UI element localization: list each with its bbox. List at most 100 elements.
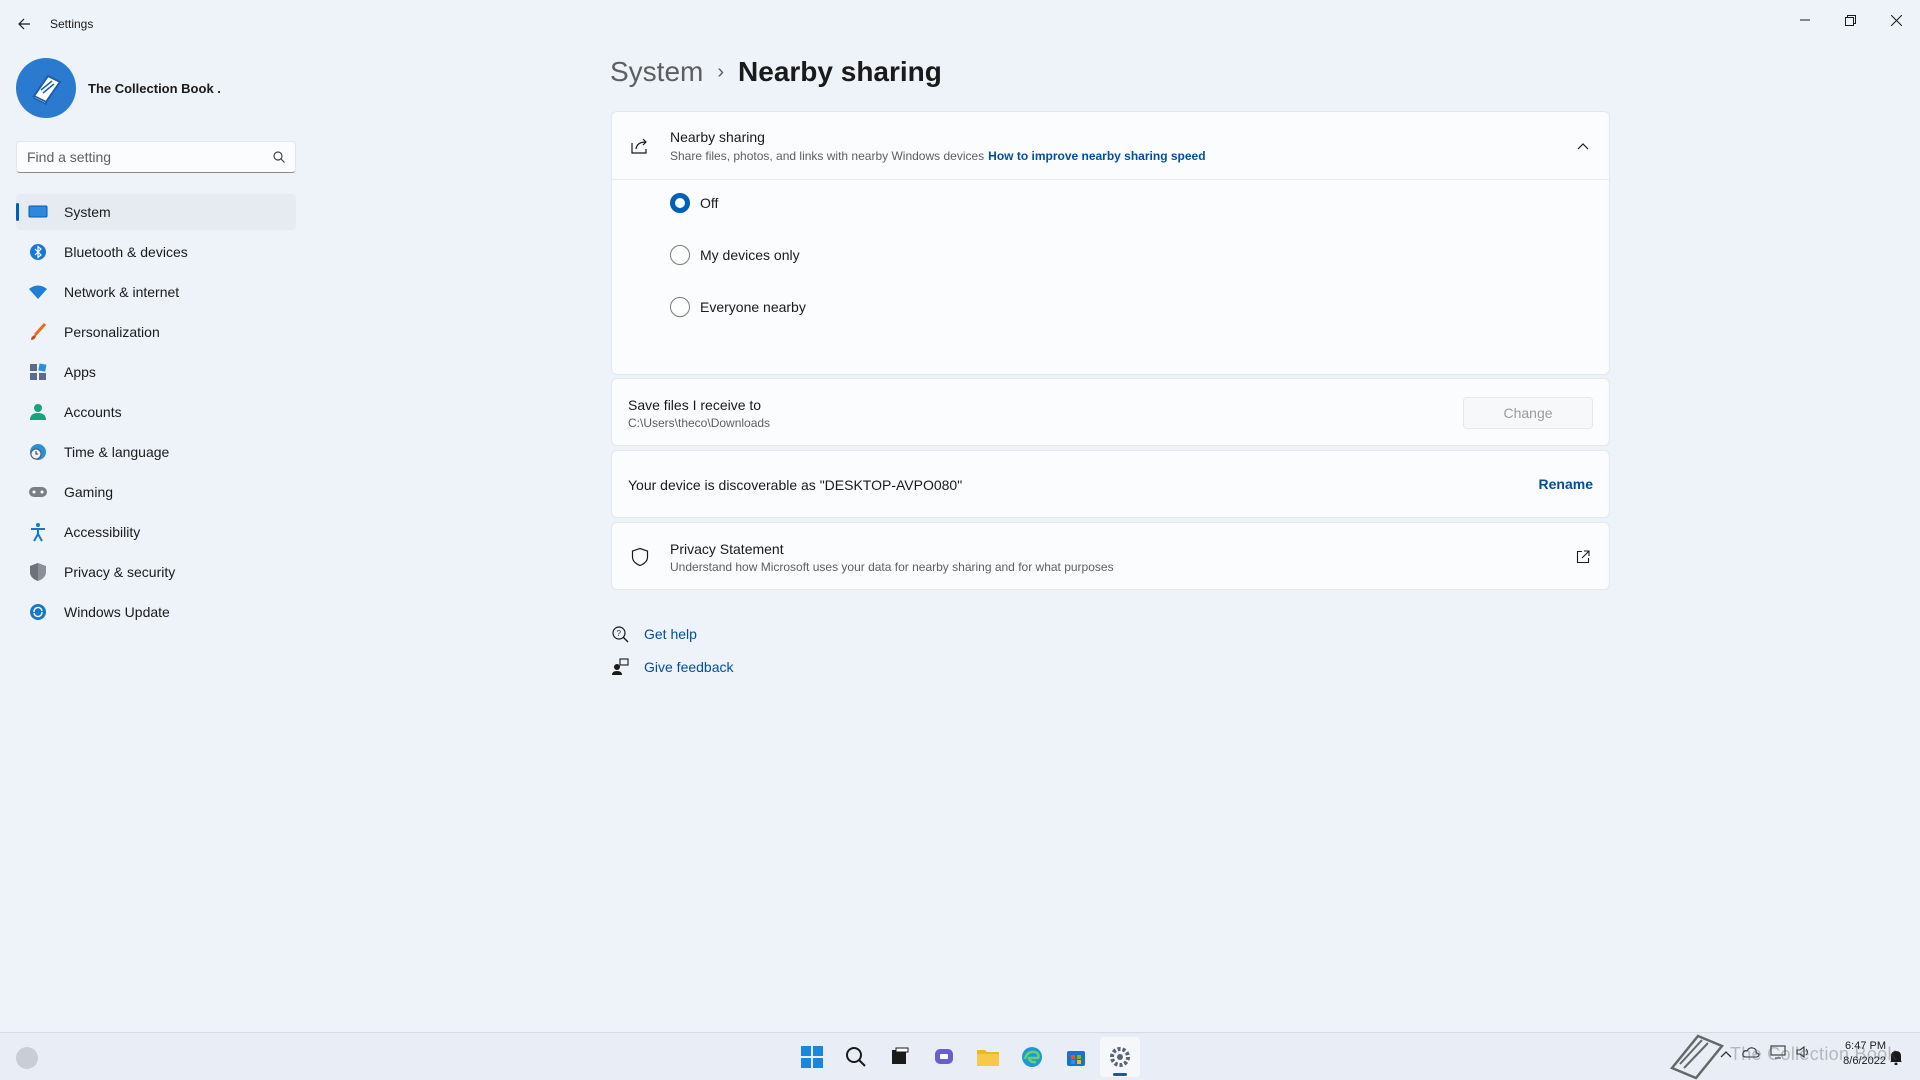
wifi-icon (28, 282, 48, 302)
external-link-icon[interactable] (1573, 547, 1593, 567)
give-feedback-label: Give feedback (644, 659, 734, 675)
help-links: ? Get help Give feedback (610, 624, 734, 690)
privacy-statement-card[interactable]: Privacy Statement Understand how Microso… (611, 522, 1610, 590)
globe-clock-icon (28, 442, 48, 462)
give-feedback-link[interactable]: Give feedback (610, 657, 734, 677)
sidebar-item-time-language[interactable]: Time & language (16, 434, 296, 470)
search-box[interactable] (16, 141, 296, 173)
minimize-icon (1800, 19, 1810, 21)
sidebar-item-label: Windows Update (64, 604, 170, 620)
rename-link[interactable]: Rename (1539, 476, 1593, 492)
apps-icon (28, 362, 48, 382)
sidebar-item-apps[interactable]: Apps (16, 354, 296, 390)
sidebar-item-label: Accounts (64, 404, 122, 420)
shield-outline-icon (628, 545, 652, 569)
sidebar-item-accounts[interactable]: Accounts (16, 394, 296, 430)
watermark-text: The Collection Book (1730, 1044, 1897, 1064)
radio-label: Everyone nearby (700, 299, 806, 315)
weather-widget-icon[interactable] (16, 1047, 38, 1069)
sidebar-item-windows-update[interactable]: Windows Update (16, 594, 296, 630)
person-icon (28, 402, 48, 422)
discoverable-text: Your device is discoverable as "DESKTOP-… (628, 477, 963, 493)
change-button[interactable]: Change (1463, 397, 1593, 429)
task-view-icon[interactable] (880, 1037, 920, 1077)
settings-icon[interactable] (1100, 1037, 1140, 1077)
restore-button[interactable] (1827, 4, 1873, 36)
search-icon[interactable] (273, 151, 285, 163)
sidebar-item-label: Gaming (64, 484, 114, 500)
accessibility-icon (28, 522, 48, 542)
sidebar-item-gaming[interactable]: Gaming (16, 474, 296, 510)
sidebar-item-personalization[interactable]: Personalization (16, 314, 296, 350)
share-icon (628, 134, 652, 158)
sidebar-item-network[interactable]: Network & internet (16, 274, 296, 310)
close-button[interactable] (1873, 4, 1919, 36)
nearby-sharing-header[interactable]: Nearby sharing Share files, photos, and … (612, 112, 1609, 180)
title-bar: Settings (0, 0, 1920, 48)
page-title: Nearby sharing (738, 56, 942, 87)
back-arrow-icon (18, 18, 30, 30)
nearby-sharing-title: Nearby sharing (670, 128, 765, 145)
chat-icon[interactable] (924, 1037, 964, 1077)
sidebar-item-label: Privacy & security (64, 564, 176, 580)
profile-name: The Collection Book . (88, 80, 221, 96)
get-help-label: Get help (644, 626, 697, 642)
bluetooth-icon (28, 242, 48, 262)
gamepad-icon (28, 482, 48, 502)
svg-text:?: ? (617, 629, 622, 638)
file-explorer-icon[interactable] (968, 1037, 1008, 1077)
sidebar-item-label: Time & language (64, 444, 170, 460)
sidebar-item-label: Bluetooth & devices (64, 244, 188, 260)
sidebar-item-accessibility[interactable]: Accessibility (16, 514, 296, 550)
sidebar-item-label: System (64, 204, 111, 220)
brush-icon (28, 322, 48, 342)
search-input[interactable] (27, 149, 273, 165)
sidebar-item-label: Network & internet (64, 284, 180, 300)
search-icon[interactable] (836, 1037, 876, 1077)
taskbar-apps (790, 1033, 1142, 1080)
privacy-description: Understand how Microsoft uses your data … (670, 559, 1114, 574)
radio-everyone-nearby[interactable]: Everyone nearby (670, 297, 806, 317)
monitor-icon (28, 202, 48, 222)
sidebar-item-label: Accessibility (64, 524, 141, 540)
sidebar-item-label: Personalization (64, 324, 160, 340)
back-button[interactable] (12, 10, 36, 38)
update-icon (28, 602, 48, 622)
radio-button[interactable] (670, 245, 690, 265)
breadcrumb-parent[interactable]: System (610, 56, 703, 88)
privacy-title: Privacy Statement (670, 540, 784, 557)
save-files-card: Save files I receive to C:\Users\theco\D… (611, 378, 1610, 446)
chevron-up-icon[interactable] (1573, 136, 1593, 156)
get-help-link[interactable]: ? Get help (610, 624, 734, 644)
radio-button[interactable] (670, 193, 690, 213)
sidebar-item-bluetooth[interactable]: Bluetooth & devices (16, 234, 296, 270)
improve-speed-link[interactable]: How to improve nearby sharing speed (988, 149, 1205, 163)
radio-button[interactable] (670, 297, 690, 317)
avatar (16, 58, 76, 118)
close-icon (1890, 14, 1902, 26)
nearby-sharing-description: Share files, photos, and links with near… (670, 149, 1206, 163)
windows-start-icon[interactable] (792, 1037, 832, 1077)
restore-icon (1844, 14, 1856, 26)
discoverable-card: Your device is discoverable as "DESKTOP-… (611, 450, 1610, 518)
radio-my-devices-only[interactable]: My devices only (670, 245, 800, 265)
breadcrumb-separator: › (717, 60, 725, 83)
breadcrumb: System › Nearby sharing (610, 56, 942, 88)
save-files-path: C:\Users\theco\Downloads (628, 415, 771, 430)
shield-icon (28, 562, 48, 582)
save-files-title: Save files I receive to (628, 396, 762, 413)
feedback-icon (610, 658, 630, 676)
minimize-button[interactable] (1782, 4, 1828, 36)
sidebar-item-label: Apps (64, 364, 96, 380)
help-icon: ? (610, 625, 630, 643)
store-icon[interactable] (1056, 1037, 1096, 1077)
sidebar-item-system[interactable]: System (16, 194, 296, 230)
app-title: Settings (50, 17, 94, 31)
edge-icon[interactable] (1012, 1037, 1052, 1077)
radio-label: Off (700, 195, 719, 211)
user-profile[interactable]: The Collection Book . (16, 56, 221, 120)
radio-label: My devices only (700, 247, 800, 263)
sidebar-item-privacy[interactable]: Privacy & security (16, 554, 296, 590)
radio-off[interactable]: Off (670, 193, 718, 213)
sidebar-nav: System Bluetooth & devices Network & int… (16, 194, 296, 634)
